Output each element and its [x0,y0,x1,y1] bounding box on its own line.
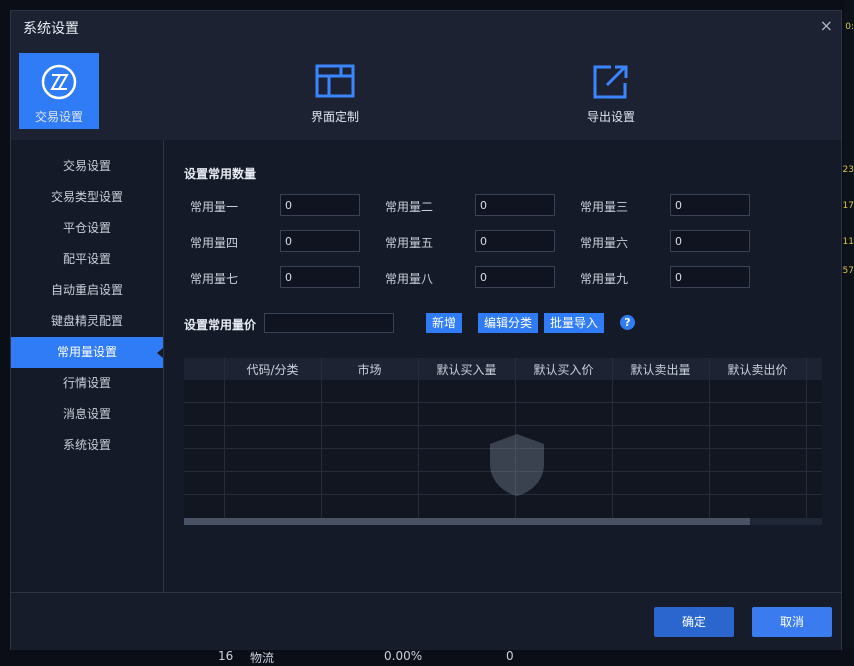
quantity-label: 常用量三 [580,200,629,214]
quantity-label: 常用量五 [385,236,434,250]
quantity-input-7[interactable] [280,266,360,288]
bg-tick: 11 [842,237,854,247]
quantity-label: 常用量七 [190,272,239,286]
sidebar-item-message[interactable]: 消息设置 [11,399,163,430]
quantity-input-3[interactable] [670,194,750,216]
sidebar-item-quote[interactable]: 行情设置 [11,368,163,399]
column-header: 默认买入量 [436,363,497,377]
sidebar-item-trade[interactable]: 交易设置 [11,151,163,182]
column-header: 默认卖出量 [630,363,691,377]
bg-tick: 23 [842,165,854,175]
settings-content: 设置常用数量 常用量一 常用量二 常用量三 常用量四 常用量五 常用量六 常用量… [164,140,841,592]
tab-trade-settings[interactable]: 交易设置 [19,53,99,129]
bg-row-val: 0 [506,649,514,663]
cancel-button[interactable]: 取消 [752,607,832,637]
dialog-titlebar[interactable]: 系统设置 × [11,11,841,43]
sidebar-item-system[interactable]: 系统设置 [11,430,163,461]
ok-button[interactable]: 确定 [654,607,734,637]
dialog-title: 系统设置 [23,21,79,37]
sidebar-item-keyboard-wizard[interactable]: 键盘精灵配置 [11,306,163,337]
sidebar-item-close-position[interactable]: 平仓设置 [11,213,163,244]
horizontal-scrollbar[interactable] [184,518,822,525]
quantity-input-8[interactable] [475,266,555,288]
tab-label: 交易设置 [34,110,83,124]
trade-settings-icon [41,64,77,100]
quantity-input-6[interactable] [670,230,750,252]
tab-export-settings[interactable]: 导出设置 [571,53,651,129]
settings-sidebar: 交易设置 交易类型设置 平仓设置 配平设置 自动重启设置 键盘精灵配置 常用量设… [11,140,164,592]
quantity-input-9[interactable] [670,266,750,288]
export-icon [593,65,628,99]
bg-row-num: 16 [218,649,234,663]
column-header: 代码/分类 [246,363,299,377]
sidebar-item-common-quantity[interactable]: 常用量设置 [11,337,163,368]
dialog-footer: 确定 取消 [11,592,841,650]
sidebar-item-auto-restart[interactable]: 自动重启设置 [11,275,163,306]
system-settings-dialog: 系统设置 × 交易设置 界面定制 导出设置 交易设置 交易类型设置 平仓设置 配… [10,10,842,650]
tab-label: 界面定制 [310,110,359,124]
price-section-title: 设置常用量价 [184,318,257,332]
close-icon[interactable]: × [820,16,833,35]
help-icon[interactable]: ? [620,315,635,330]
scrollbar-thumb[interactable] [184,518,750,525]
table-header: 代码/分类 市场 默认买入量 默认买入价 默认卖出量 默认卖出价 [184,358,822,380]
bg-row-name: 物流 [250,651,275,665]
quantity-input-5[interactable] [475,230,555,252]
quantity-label: 常用量八 [385,272,434,286]
column-header: 默认买入价 [533,363,594,377]
tab-layout-custom[interactable]: 界面定制 [295,53,375,129]
quantity-section-title: 设置常用数量 [184,167,257,181]
bg-tick: 0: [845,22,854,32]
tab-label: 导出设置 [586,110,635,124]
top-tab-bar: 交易设置 界面定制 导出设置 [11,43,841,140]
quantity-label: 常用量四 [190,236,239,250]
quantity-input-1[interactable] [280,194,360,216]
quantity-input-2[interactable] [475,194,555,216]
sidebar-item-balance[interactable]: 配平设置 [11,244,163,275]
quantity-label: 常用量九 [580,272,629,286]
quantity-label: 常用量一 [190,200,239,214]
background-quote-row: 16 物流 0.00% 0 [0,648,854,665]
price-filter-input[interactable] [264,313,394,333]
column-header: 市场 [357,363,382,377]
column-header: 默认卖出价 [727,363,788,377]
quantity-input-4[interactable] [280,230,360,252]
quantity-label: 常用量二 [385,200,434,214]
sidebar-item-trade-type[interactable]: 交易类型设置 [11,182,163,213]
bg-tick: 57 [842,266,854,276]
quantity-label: 常用量六 [580,236,629,250]
layout-custom-icon [315,64,355,98]
bg-tick: 17 [842,201,854,211]
add-button[interactable]: 新增 [426,313,463,333]
bg-row-pct: 0.00% [384,649,423,663]
batch-import-button[interactable]: 批量导入 [544,313,605,333]
watermark-shield-icon [490,434,544,496]
background-app-edge [844,0,854,664]
edit-category-button[interactable]: 编辑分类 [478,313,539,333]
